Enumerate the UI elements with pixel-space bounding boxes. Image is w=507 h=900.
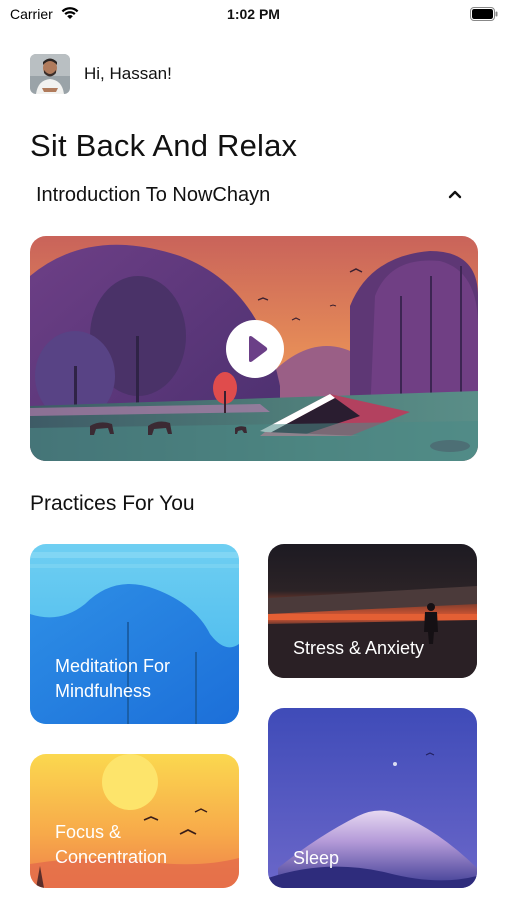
battery-icon <box>470 7 498 21</box>
play-icon <box>249 336 268 362</box>
status-bar: Carrier 1:02 PM <box>0 0 507 28</box>
intro-label: Introduction To NowChayn <box>36 184 271 206</box>
intro-dropdown[interactable]: Introduction To NowChayn <box>36 182 470 212</box>
practices-title: Practices For You <box>30 492 195 515</box>
practice-card-label: Focus & Concentration <box>55 822 168 867</box>
play-button[interactable] <box>226 320 284 378</box>
greeting-text: Hi, Hassan! <box>84 64 172 83</box>
practice-card-sleep[interactable]: Sleep <box>268 708 477 888</box>
intro-video-card[interactable] <box>30 236 478 461</box>
user-header: Hi, Hassan! <box>30 54 470 94</box>
page-title: Sit Back And Relax <box>30 128 298 163</box>
practice-card-label: Sleep <box>293 848 340 868</box>
practice-card-stress[interactable]: Stress & Anxiety <box>268 544 477 678</box>
practice-card-focus[interactable]: Focus & Concentration <box>30 754 239 888</box>
practice-card-meditation[interactable]: Meditation For Mindfulness <box>30 544 239 724</box>
chevron-up-icon[interactable] <box>446 186 464 204</box>
status-time: 1:02 PM <box>227 6 280 22</box>
avatar[interactable] <box>30 54 70 94</box>
practice-card-label: Meditation For Mindfulness <box>55 656 171 701</box>
practice-card-label: Stress & Anxiety <box>293 638 425 658</box>
